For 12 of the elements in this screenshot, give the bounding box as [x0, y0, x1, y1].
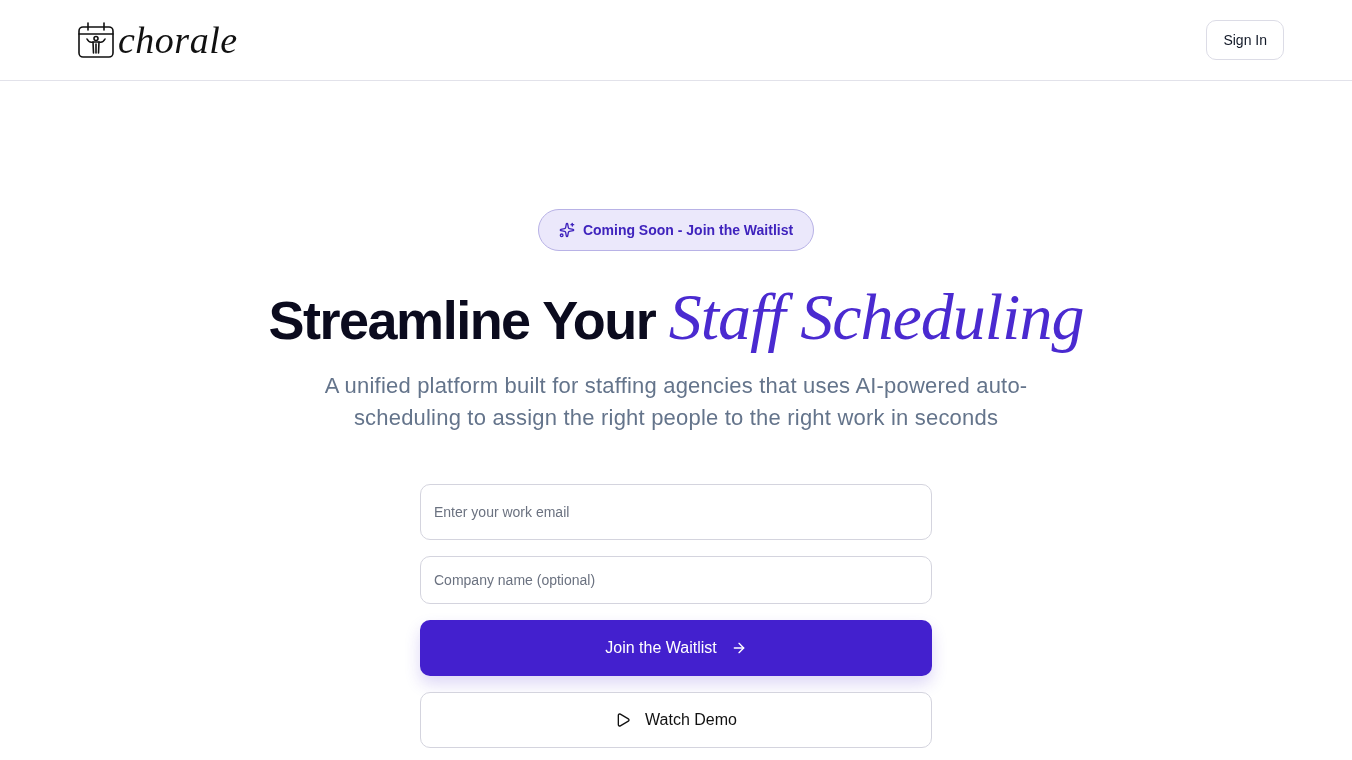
watch-demo-button[interactable]: Watch Demo — [420, 692, 932, 748]
sparkle-icon — [558, 222, 575, 238]
badge-text: Coming Soon - Join the Waitlist — [582, 222, 794, 238]
hero-headline: Streamline Your Staff Scheduling — [268, 279, 1084, 355]
join-waitlist-button[interactable]: Join the Waitlist — [420, 620, 932, 676]
email-input[interactable]: Enter your work email — [420, 484, 932, 540]
calendar-person-icon — [78, 22, 114, 58]
hero-subtitle: A unified platform built for staffing agencies that uses AI-powered auto-scheduling to assign the right people to the right work in seconds — [323, 372, 1029, 432]
logo-wordmark: chorale — [118, 20, 238, 60]
play-icon — [615, 712, 632, 728]
company-input[interactable]: Company name (optional) — [420, 556, 932, 604]
sign-in-button[interactable]: Sign In — [1206, 20, 1284, 60]
